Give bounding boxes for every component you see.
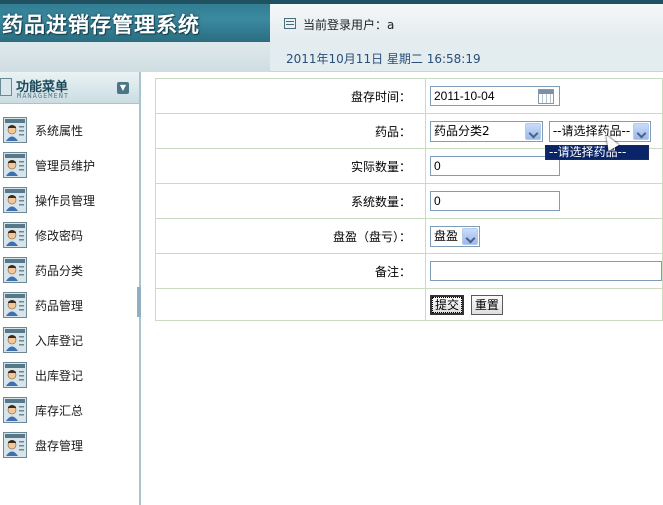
actual-qty-input[interactable]	[430, 156, 560, 176]
sidebar-item-label: 药品管理	[35, 299, 84, 313]
title-banner: 药品进销存管理系统	[0, 0, 663, 42]
sidebar-item-label: 操作员管理	[35, 194, 96, 208]
profit-loss-select[interactable]: 盘盈	[430, 225, 480, 247]
sidebar-item-label: 管理员维护	[35, 159, 96, 173]
sidebar-item[interactable]: 药品管理	[0, 290, 139, 320]
sidebar-item-label: 盘存管理	[35, 439, 84, 453]
drug-category-value: 药品分类2	[434, 123, 490, 138]
date-bar-left	[0, 42, 270, 72]
sidebar: 功能菜单 MANAGEMENT ▼ 系统属性管理员维护操作员管理修改密码药品分类…	[0, 72, 141, 505]
sidebar-item-label: 系统属性	[35, 124, 84, 138]
form-row-actions: 提交 重置	[155, 288, 663, 321]
remark-input[interactable]	[430, 261, 662, 281]
header: 药品进销存管理系统 当前登录用户：a 2011年10月11日 星期二 16:58…	[0, 0, 663, 72]
drug-dropdown-option[interactable]: --请选择药品--	[545, 145, 649, 160]
form-row-drug: 药品： 药品分类2 --请选择药品--	[155, 113, 663, 149]
submit-button[interactable]: 提交	[430, 294, 465, 315]
sidebar-item-label: 库存汇总	[35, 404, 84, 418]
sidebar-item-label: 修改密码	[35, 229, 84, 243]
user-card-icon	[3, 292, 27, 318]
user-card-icon	[3, 327, 27, 353]
app-title: 药品进销存管理系统	[2, 13, 200, 37]
current-user-label: 当前登录用户：a	[303, 18, 395, 32]
current-datetime: 2011年10月11日 星期二 16:58:19	[286, 52, 481, 66]
check-time-label: 盘存时间：	[155, 78, 426, 114]
sidebar-item[interactable]: 药品分类	[0, 255, 139, 285]
sidebar-item[interactable]: 系统属性	[0, 115, 139, 145]
user-bar: 当前登录用户：a	[270, 0, 663, 42]
menu-header: 功能菜单 MANAGEMENT ▼	[0, 72, 139, 104]
menu-subtitle: MANAGEMENT	[17, 92, 70, 100]
reset-button[interactable]: 重置	[470, 294, 503, 315]
chevron-down-icon[interactable]	[632, 122, 649, 140]
user-card-icon	[3, 222, 27, 248]
remark-label: 备注：	[155, 253, 426, 289]
user-card-icon	[3, 257, 27, 283]
sidebar-item[interactable]: 出库登记	[0, 360, 139, 390]
system-qty-input[interactable]	[430, 191, 560, 211]
drug-category-select[interactable]: 药品分类2	[430, 120, 543, 142]
sidebar-item[interactable]: 修改密码	[0, 220, 139, 250]
system-qty-label: 系统数量：	[155, 183, 426, 219]
user-card-icon	[284, 18, 296, 29]
sidebar-item[interactable]: 库存汇总	[0, 395, 139, 425]
form-row-remark: 备注：	[155, 253, 663, 289]
chevron-down-icon[interactable]	[525, 122, 541, 140]
sidebar-item[interactable]: 操作员管理	[0, 185, 139, 215]
profit-loss-value: 盘盈	[434, 228, 459, 243]
form-row-check-time: 盘存时间：	[155, 78, 663, 114]
sidebar-item-label: 入库登记	[35, 334, 84, 348]
drug-select-value: --请选择药品--	[552, 123, 631, 138]
user-card-icon	[3, 432, 27, 458]
chevron-down-icon[interactable]: ▼	[117, 82, 129, 94]
chevron-down-icon[interactable]	[462, 227, 478, 245]
user-card-icon	[3, 397, 27, 423]
sidebar-splitter[interactable]	[137, 287, 141, 317]
drug-select[interactable]: --请选择药品--	[548, 120, 651, 142]
profit-loss-label: 盘盈（盘亏）：	[155, 218, 426, 254]
sidebar-item[interactable]: 入库登记	[0, 325, 139, 355]
user-card-icon	[3, 117, 27, 143]
sidebar-item-label: 药品分类	[35, 264, 84, 278]
sidebar-item[interactable]: 管理员维护	[0, 150, 139, 180]
calendar-icon[interactable]	[538, 89, 554, 104]
user-card-icon	[3, 152, 27, 178]
form-row-profit-loss: 盘盈（盘亏）： 盘盈	[155, 218, 663, 254]
form-table: 盘存时间： 药品： 药品分类2 --请选择药品-- 实际数量：	[155, 78, 663, 321]
sidebar-item-label: 出库登记	[35, 369, 84, 383]
form-row-system-qty: 系统数量：	[155, 183, 663, 219]
user-card-icon	[3, 187, 27, 213]
user-card-icon	[3, 362, 27, 388]
menu-folder-icon	[0, 78, 12, 96]
sidebar-item[interactable]: 盘存管理	[0, 430, 139, 460]
actual-qty-label: 实际数量：	[155, 148, 426, 184]
drug-label: 药品：	[155, 113, 426, 149]
